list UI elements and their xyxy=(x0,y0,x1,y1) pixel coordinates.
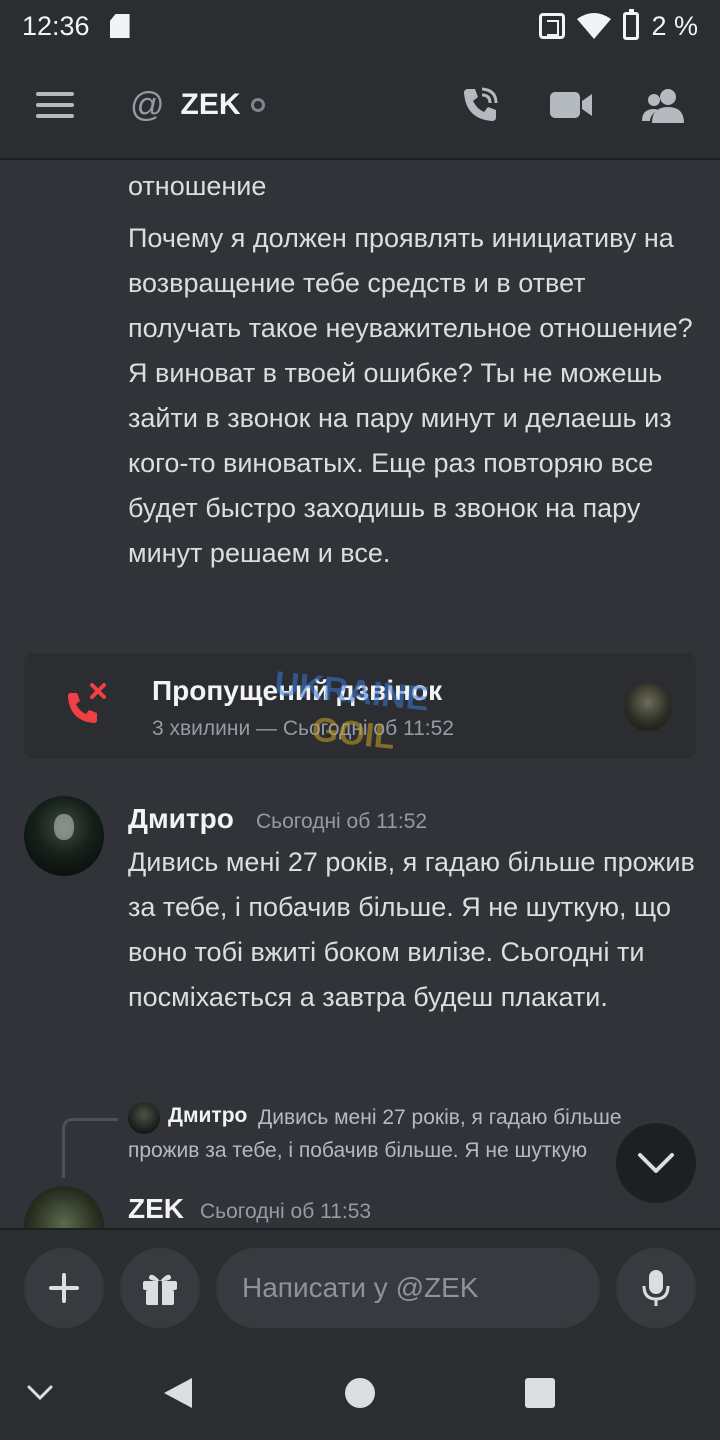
reply-preview[interactable]: Дивись мені 27 років, я гадаю більше xyxy=(258,1106,622,1130)
status-bar: 12:36 2 % xyxy=(0,0,720,52)
plus-icon xyxy=(49,1273,79,1303)
mic-icon xyxy=(642,1270,670,1306)
channel-header: @ ZEK xyxy=(0,52,720,160)
composer xyxy=(0,1228,720,1346)
gift-icon xyxy=(143,1274,177,1305)
avatar xyxy=(128,1102,160,1134)
reply-author[interactable]: Дмитро xyxy=(168,1104,247,1128)
battery-icon xyxy=(623,9,640,40)
nav-back-icon[interactable] xyxy=(26,1384,54,1402)
system-nav-bar xyxy=(0,1346,720,1440)
message-text: Почему я должен проявлять инициативу на … xyxy=(128,223,693,568)
add-attachment-button[interactable] xyxy=(24,1248,104,1328)
nav-back-icon[interactable] xyxy=(162,1376,194,1410)
hamburger-icon[interactable] xyxy=(36,92,74,118)
status-time: 12:36 xyxy=(22,10,90,41)
status-right: 2 % xyxy=(539,9,698,42)
svg-text:GOIL: GOIL xyxy=(310,710,397,756)
message-text: отношение xyxy=(128,171,267,201)
avatar[interactable] xyxy=(24,1186,104,1228)
message-text: Дивись мені 27 років, я гадаю більше про… xyxy=(128,847,695,1012)
sd-card-icon xyxy=(109,14,130,38)
nav-home-icon[interactable] xyxy=(344,1377,376,1409)
avatar xyxy=(624,683,672,731)
avatar[interactable] xyxy=(24,796,104,876)
battery-percent: 2 % xyxy=(651,10,698,41)
watermark-logo: UKRAINE GOIL xyxy=(273,664,431,756)
reply-connector xyxy=(62,1118,118,1178)
reply-preview[interactable]: прожив за тебе, і побачив більше. Я не ш… xyxy=(128,1139,628,1163)
svg-text:UKRAINE: UKRAINE xyxy=(273,664,431,718)
voice-message-button[interactable] xyxy=(616,1248,696,1328)
scroll-to-bottom-button[interactable] xyxy=(616,1123,696,1203)
at-icon: @ xyxy=(130,85,165,124)
phone-call-icon[interactable] xyxy=(460,85,500,125)
dm-name[interactable]: ZEK xyxy=(181,88,241,122)
wifi-icon xyxy=(577,13,612,39)
message-input[interactable] xyxy=(242,1272,603,1304)
video-icon[interactable] xyxy=(550,89,592,121)
header-actions xyxy=(460,85,684,125)
message-timestamp: Сьогодні об 11:52 xyxy=(256,810,428,833)
gift-button[interactable] xyxy=(120,1248,200,1328)
members-icon[interactable] xyxy=(642,87,684,123)
chevron-down-icon xyxy=(638,1153,674,1173)
message-author[interactable]: Дмитро xyxy=(128,803,234,835)
offline-status-icon xyxy=(250,98,265,112)
missed-call-icon xyxy=(68,683,106,723)
nfc-icon xyxy=(539,13,566,39)
message-input-box[interactable] xyxy=(216,1248,603,1328)
nav-recents-icon[interactable] xyxy=(524,1377,556,1409)
message-timestamp: Сьогодні об 11:53 xyxy=(200,1200,372,1223)
message-author[interactable]: ZEK xyxy=(128,1193,184,1225)
